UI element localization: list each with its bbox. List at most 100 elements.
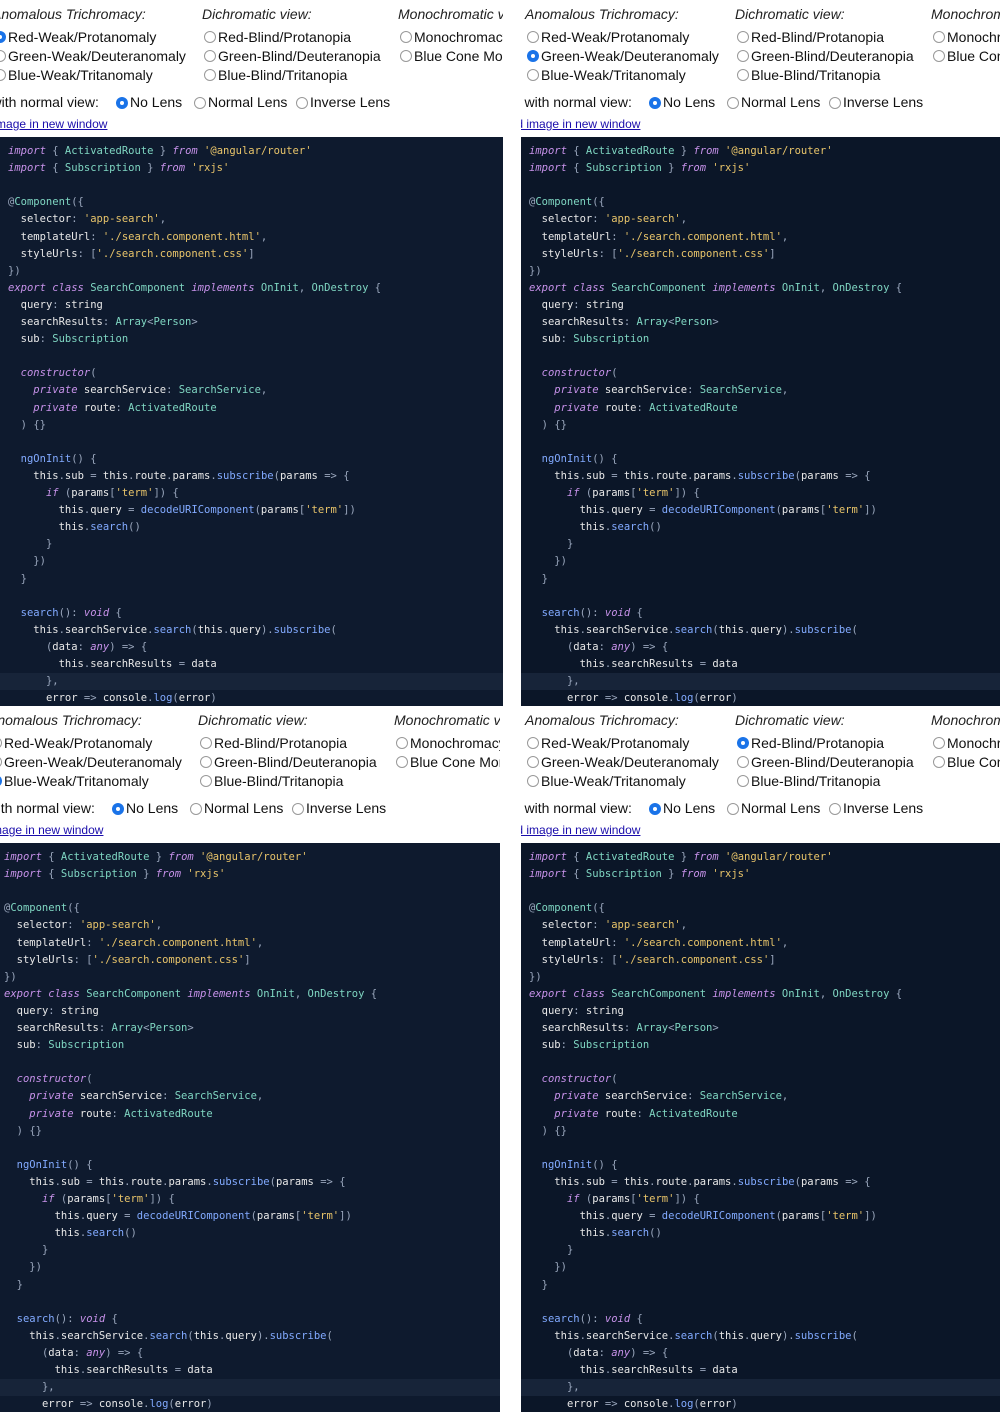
code-line: query: string	[541, 298, 624, 311]
code-line: templateUrl: './search.component.html',	[16, 936, 264, 949]
radio-button[interactable]	[933, 737, 945, 749]
radio-button[interactable]	[649, 803, 661, 815]
radio-button[interactable]	[829, 803, 841, 815]
code-line: })	[8, 264, 21, 277]
radio-button[interactable]	[649, 97, 661, 109]
radio-button[interactable]	[0, 775, 2, 787]
radio-button[interactable]	[0, 737, 2, 749]
radio-button[interactable]	[933, 756, 945, 768]
radio-button[interactable]	[737, 50, 749, 62]
radio-button[interactable]	[396, 756, 408, 768]
code-line: sub: Subscription	[16, 1039, 125, 1052]
code-line: },	[41, 1381, 55, 1394]
radio-button[interactable]	[933, 50, 945, 62]
radio-button[interactable]	[933, 31, 945, 43]
lens-option-label[interactable]: Inverse Lens	[843, 800, 923, 816]
lens-row: Compare with normal view: No Lens Normal …	[0, 800, 386, 816]
radio-button[interactable]	[0, 50, 6, 62]
code-line: this.sub = this.route.params.subscribe(p…	[29, 1175, 346, 1188]
radio-button[interactable]	[727, 97, 739, 109]
option-label: Blue-Blind/Tritanopia	[751, 67, 881, 83]
lens-option-label[interactable]: No Lens	[663, 800, 715, 816]
radio-button[interactable]	[112, 803, 124, 815]
radio-button[interactable]	[527, 775, 539, 787]
radio-button[interactable]	[200, 737, 212, 749]
radio-button[interactable]	[737, 69, 749, 81]
radio-button[interactable]	[527, 69, 539, 81]
radio-button[interactable]	[396, 737, 408, 749]
code-line: constructor(	[16, 1073, 93, 1086]
radio-button[interactable]	[527, 50, 539, 62]
code-line: (data: any) => {	[41, 1346, 144, 1359]
lens-option-label[interactable]: Normal Lens	[208, 94, 287, 110]
radio-button[interactable]	[727, 803, 739, 815]
radio-button[interactable]	[190, 803, 202, 815]
code-line: }	[566, 538, 574, 551]
radio-button[interactable]	[737, 737, 749, 749]
lens-option-label[interactable]: Inverse Lens	[306, 800, 386, 816]
code-screenshot: import { ActivatedRoute } from '@angular…	[0, 137, 503, 706]
code-line: }	[45, 538, 53, 551]
simulation-panel-bottom-left: Anomalous Trichromacy: Dichromatic view:…	[0, 706, 500, 1412]
radio-button[interactable]	[296, 97, 308, 109]
code-line: searchResults: Array<Person>	[20, 316, 198, 328]
code-line: styleUrls: ['./search.component.css']	[541, 247, 776, 260]
radio-button[interactable]	[527, 756, 539, 768]
radio-button[interactable]	[204, 31, 216, 43]
lens-option-label[interactable]: Inverse Lens	[310, 94, 390, 110]
option-label: Red-Weak/Protanomaly	[541, 29, 690, 45]
radio-button[interactable]	[292, 803, 304, 815]
radio-button[interactable]	[400, 50, 412, 62]
compare-label: Compare with normal view:	[0, 800, 95, 816]
lens-row: Compare with normal view: No Lens Normal …	[0, 94, 390, 110]
code-line: this.searchResults = data	[579, 658, 738, 670]
radio-button[interactable]	[0, 31, 6, 43]
code-line: private route: ActivatedRoute	[554, 401, 738, 414]
radio-button[interactable]	[527, 31, 539, 43]
anomalous-trichromacy-heading: Anomalous Trichromacy:	[0, 712, 142, 728]
compare-label: Compare with normal view:	[521, 800, 632, 816]
lens-option-label[interactable]: Normal Lens	[204, 800, 283, 816]
radio-button[interactable]	[116, 97, 128, 109]
radio-button[interactable]	[737, 31, 749, 43]
code-line: templateUrl: './search.component.html',	[541, 230, 789, 243]
dichromatic-view-heading: Dichromatic view:	[202, 6, 312, 22]
lens-row: Compare with normal view: No Lens Normal …	[521, 800, 923, 816]
radio-button[interactable]	[400, 31, 412, 43]
radio-button[interactable]	[0, 69, 6, 81]
lens-option-label[interactable]: No Lens	[663, 94, 715, 110]
radio-button[interactable]	[527, 737, 539, 749]
radio-button[interactable]	[200, 756, 212, 768]
simulation-panel-bottom-right: Anomalous Trichromacy: Dichromatic view:…	[521, 706, 1000, 1412]
radio-button[interactable]	[204, 50, 216, 62]
code-line: ngOnInit() {	[20, 452, 97, 465]
code-line: selector: 'app-search',	[541, 919, 688, 932]
current-line-highlight	[0, 673, 503, 691]
option-label: Monochromacy/Achromatopsia	[414, 29, 503, 45]
radio-button[interactable]	[829, 97, 841, 109]
code-line: templateUrl: './search.component.html',	[20, 230, 268, 243]
open-simulated-image-link[interactable]: Open simulated image in new window	[0, 117, 107, 131]
lens-option-label[interactable]: Inverse Lens	[843, 94, 923, 110]
lens-option-label[interactable]: No Lens	[126, 800, 178, 816]
option-label: Red-Blind/Protanopia	[214, 735, 348, 751]
code-line: if (params['term']) {	[566, 1193, 700, 1205]
radio-button[interactable]	[204, 69, 216, 81]
lens-option-label[interactable]: Normal Lens	[741, 800, 820, 816]
open-simulated-image-link[interactable]: Open simulated image in new window	[521, 823, 640, 837]
open-simulated-image-link[interactable]: Open simulated image in new window	[0, 823, 103, 837]
option-label: Blue Cone Monochromacy	[410, 754, 500, 770]
radio-button[interactable]	[0, 756, 2, 768]
radio-button[interactable]	[737, 756, 749, 768]
radio-button[interactable]	[200, 775, 212, 787]
lens-option-label[interactable]: Normal Lens	[741, 94, 820, 110]
radio-button[interactable]	[194, 97, 206, 109]
code-line: if (params['term']) {	[45, 487, 179, 499]
radio-button[interactable]	[737, 775, 749, 787]
lens-option-label[interactable]: No Lens	[130, 94, 182, 110]
open-simulated-image-link[interactable]: Open simulated image in new window	[521, 117, 640, 131]
option-label: Green-Blind/Deuteranopia	[751, 754, 914, 770]
option-label: Red-Weak/Protanomaly	[8, 29, 157, 45]
code-line: import { ActivatedRoute } from '@angular…	[8, 145, 312, 157]
option-label: Red-Blind/Protanopia	[751, 735, 885, 751]
